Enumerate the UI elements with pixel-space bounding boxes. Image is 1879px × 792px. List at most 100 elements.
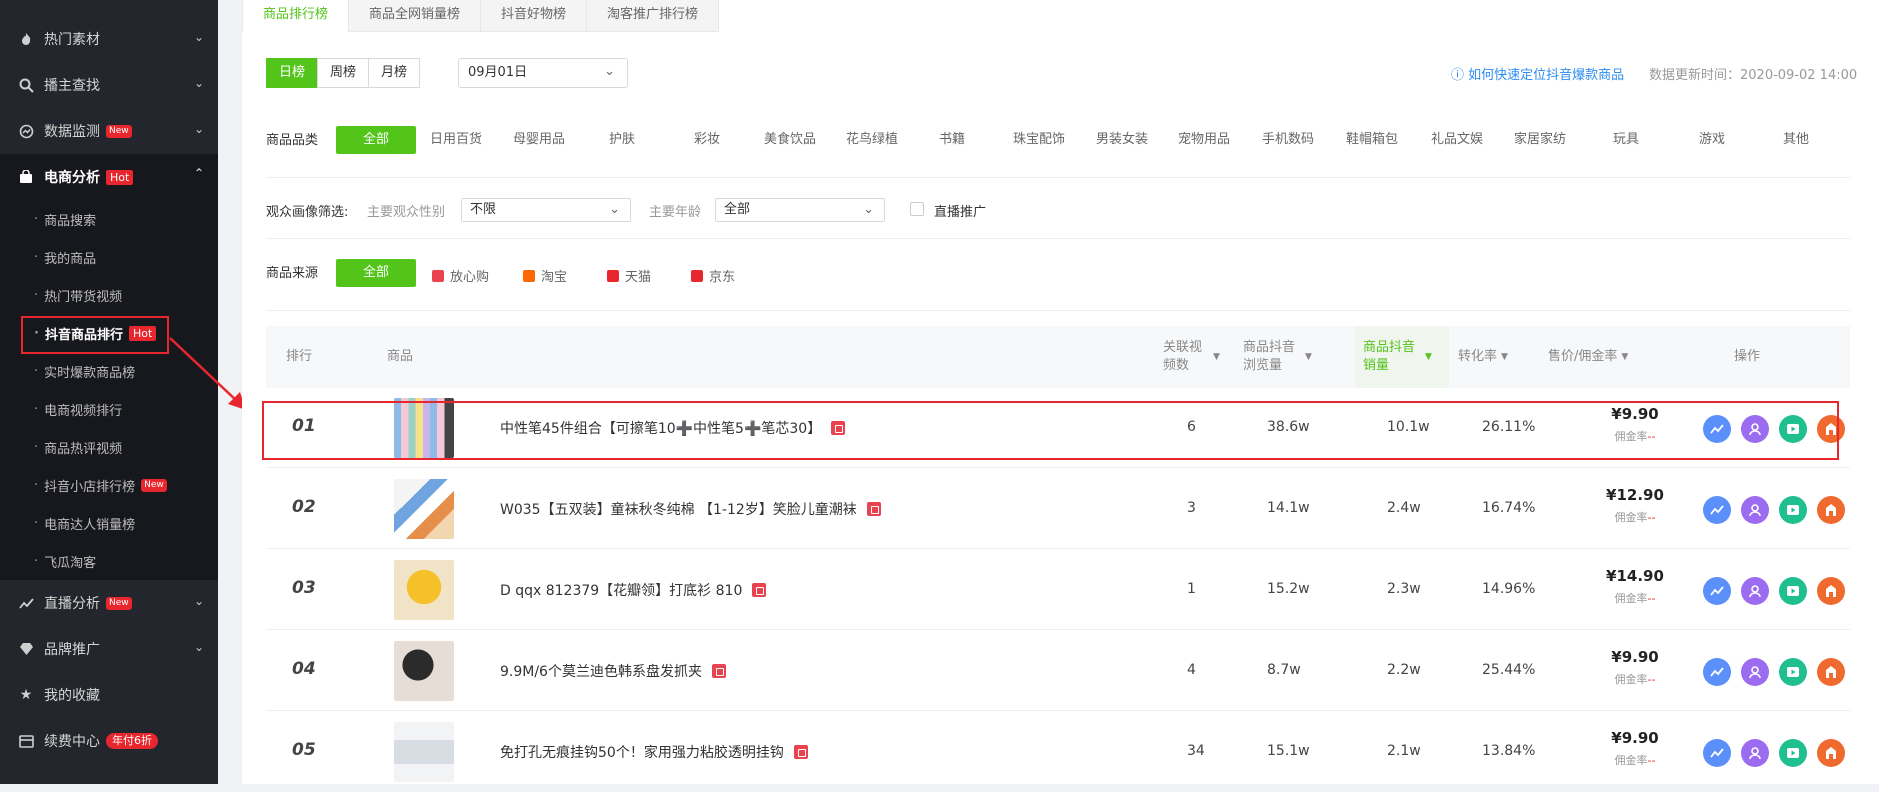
category-chip[interactable]: 花鸟绿植: [832, 126, 912, 154]
sidebar-sub-hot-videos[interactable]: · 热门带货视频: [0, 276, 218, 314]
tab-good-items[interactable]: 抖音好物榜: [480, 0, 588, 32]
rank-number: 02: [292, 497, 316, 517]
source-taobao[interactable]: 淘宝: [523, 266, 567, 285]
product-thumbnail[interactable]: [394, 641, 454, 701]
category-chip[interactable]: 护肤: [582, 126, 662, 154]
user-profile-icon[interactable]: [1741, 739, 1769, 767]
taobao-icon: [523, 269, 535, 282]
sidebar-item-ecommerce[interactable]: 电商分析 Hot ⌃: [0, 154, 218, 200]
sidebar-sub-influencer-sales[interactable]: · 电商达人销量榜: [0, 504, 218, 542]
weekly-button[interactable]: 周榜: [317, 58, 370, 88]
category-chip[interactable]: 母婴用品: [499, 126, 579, 154]
header-price[interactable]: 售价/佣金率 ▼: [1548, 326, 1628, 388]
jd-icon: [691, 269, 703, 282]
store-icon[interactable]: [1817, 739, 1845, 767]
category-chip[interactable]: 彩妆: [667, 126, 747, 154]
product-name[interactable]: 免打孔无痕挂钩50个！家用强力粘胶透明挂钩: [500, 742, 808, 762]
trend-chart-icon[interactable]: [1703, 496, 1731, 524]
store-icon[interactable]: [1817, 496, 1845, 524]
play-video-icon[interactable]: [1779, 658, 1807, 686]
category-chip[interactable]: 日用百货: [416, 126, 496, 154]
category-chip[interactable]: 鞋帽箱包: [1332, 126, 1412, 154]
tab-product-rank[interactable]: 商品排行榜: [242, 0, 350, 32]
sidebar-sub-label: 商品热评视频: [44, 441, 123, 457]
source-all-chip[interactable]: 全部: [336, 259, 416, 287]
commission: 佣金率--: [1595, 590, 1675, 606]
date-select[interactable]: 09月01日 ⌄: [458, 58, 628, 88]
table-row[interactable]: 05 免打孔无痕挂钩50个！家用强力粘胶透明挂钩 34 15.1w 2.1w 13.84%…: [266, 712, 1850, 792]
category-chip[interactable]: 家居家纺: [1500, 126, 1580, 154]
new-badge: New: [106, 596, 132, 610]
gender-select[interactable]: 不限 ⌄: [461, 198, 631, 222]
header-price-label: 售价/佣金率: [1548, 349, 1618, 364]
trend-chart-icon[interactable]: [1703, 658, 1731, 686]
sidebar-item-data-monitor[interactable]: 数据监测 New ⌄: [0, 108, 218, 154]
header-product: 商品: [387, 349, 414, 364]
sidebar-item-streamer-search[interactable]: 播主查找 ⌄: [0, 62, 218, 108]
product-thumbnail[interactable]: [394, 722, 454, 782]
category-chip[interactable]: 礼品文娱: [1417, 126, 1497, 154]
category-chip[interactable]: 游戏: [1672, 126, 1752, 154]
star-icon: ★: [19, 687, 33, 703]
store-icon[interactable]: [1817, 658, 1845, 686]
category-chip[interactable]: 珠宝配饰: [999, 126, 1079, 154]
sidebar-sub-shop-rank[interactable]: · 抖音小店排行榜 New: [0, 466, 218, 504]
category-chip[interactable]: 手机数码: [1248, 126, 1328, 154]
category-chip[interactable]: 美食饮品: [750, 126, 830, 154]
sidebar-item-label: 播主查找: [44, 78, 100, 94]
sidebar-item-brand[interactable]: 品牌推广 ⌄: [0, 626, 218, 672]
header-sales[interactable]: 商品抖音销量 ▼: [1355, 326, 1449, 388]
tab-network-sales[interactable]: 商品全网销量榜: [348, 0, 482, 32]
table-row[interactable]: 04 9.9M/6个莫兰迪色韩系盘发抓夹 4 8.7w 2.2w 25.44% ¥9.90 佣…: [266, 631, 1850, 711]
category-chip[interactable]: 男装女装: [1082, 126, 1162, 154]
play-video-icon[interactable]: [1779, 739, 1807, 767]
product-name[interactable]: 9.9M/6个莫兰迪色韩系盘发抓夹: [500, 661, 726, 681]
help-link[interactable]: ⓘ 如何快速定位抖音爆款商品: [1451, 64, 1624, 83]
header-videos[interactable]: 关联视频数 ▼: [1163, 326, 1225, 388]
trend-chart-icon[interactable]: [1703, 577, 1731, 605]
table-row[interactable]: 03 D qqx 812379【花瓣领】打底衫 810 1 15.2w 2.3w 14.9…: [266, 550, 1850, 630]
sidebar-item-renewal[interactable]: 续费中心 年付6折: [0, 718, 218, 764]
table-row[interactable]: 02 W035【五双装】童袜秋冬纯棉 【1-12岁】笑脸儿童潮袜 3 14.1w 2.4…: [266, 469, 1850, 549]
product-name[interactable]: D qqx 812379【花瓣领】打底衫 810: [500, 580, 767, 600]
user-profile-icon[interactable]: [1741, 577, 1769, 605]
header-views[interactable]: 商品抖音浏览量 ▼: [1243, 326, 1319, 388]
product-thumbnail[interactable]: [394, 560, 454, 620]
sidebar-sub-review-videos[interactable]: · 商品热评视频: [0, 428, 218, 466]
daily-button[interactable]: 日榜: [266, 58, 319, 88]
chevron-down-icon: ⌄: [863, 202, 874, 217]
tab-taoke-rank[interactable]: 淘客推广排行榜: [586, 0, 720, 32]
conversion-rate: 25.44%: [1482, 662, 1536, 678]
source-jd[interactable]: 京东: [691, 266, 735, 285]
header-rank: 排行: [286, 349, 313, 364]
source-tmall[interactable]: 天猫: [607, 266, 651, 285]
play-video-icon[interactable]: [1779, 577, 1807, 605]
sidebar-sub-my-products[interactable]: · 我的商品: [0, 238, 218, 276]
category-chip[interactable]: 其他: [1756, 126, 1836, 154]
sidebar-sub-taoke[interactable]: · 飞瓜淘客: [0, 542, 218, 580]
sidebar-item-live-analysis[interactable]: 直播分析 New ⌄: [0, 580, 218, 626]
sidebar-item-hot-materials[interactable]: 热门素材 ⌄: [0, 16, 218, 62]
commission-value: --: [1647, 511, 1656, 524]
category-chip[interactable]: 全部: [336, 126, 416, 154]
user-profile-icon[interactable]: [1741, 658, 1769, 686]
header-conv[interactable]: 转化率 ▼: [1458, 326, 1508, 388]
divider: [266, 177, 1850, 178]
play-video-icon[interactable]: [1779, 496, 1807, 524]
sidebar-item-favorites[interactable]: ★ 我的收藏: [0, 672, 218, 718]
category-chip[interactable]: 书籍: [912, 126, 992, 154]
monthly-button[interactable]: 月榜: [368, 58, 421, 88]
user-profile-icon[interactable]: [1741, 496, 1769, 524]
header-conv-label: 转化率: [1458, 349, 1498, 364]
category-chip[interactable]: 宠物用品: [1164, 126, 1244, 154]
live-promo-checkbox[interactable]: [910, 202, 924, 216]
sidebar-sub-label: 商品搜索: [44, 213, 97, 229]
trend-chart-icon[interactable]: [1703, 739, 1731, 767]
source-fangxingou[interactable]: 放心购: [432, 266, 489, 285]
category-chip[interactable]: 玩具: [1586, 126, 1666, 154]
store-icon[interactable]: [1817, 577, 1845, 605]
product-name[interactable]: W035【五双装】童袜秋冬纯棉 【1-12岁】笑脸儿童潮袜: [500, 499, 881, 519]
age-select[interactable]: 全部 ⌄: [715, 198, 885, 222]
product-thumbnail[interactable]: [394, 479, 454, 539]
sidebar-sub-product-search[interactable]: · 商品搜索: [0, 200, 218, 238]
